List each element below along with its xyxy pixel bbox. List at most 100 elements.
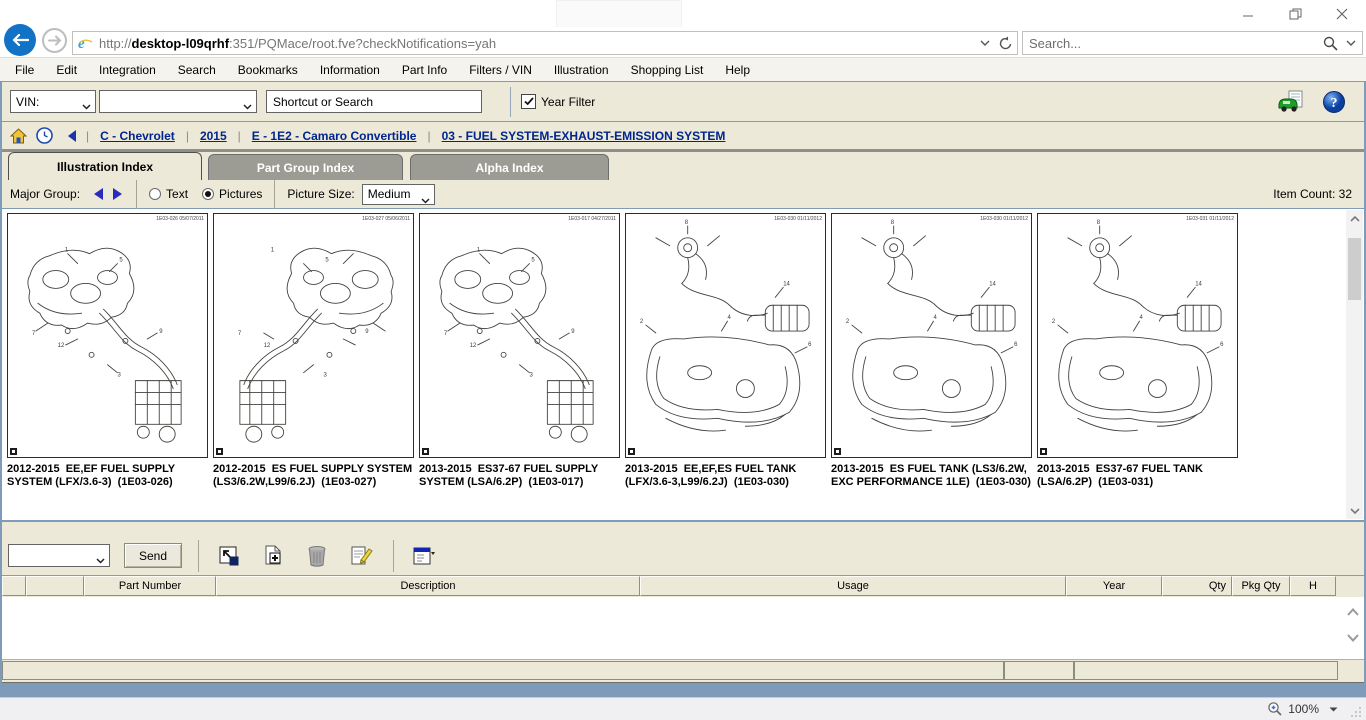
illustration-thumbnail[interactable]: 1591237 1E03-026 05/07/20112012-2015 EE,… (7, 213, 208, 489)
menu-help[interactable]: Help (714, 60, 761, 80)
breadcrumb-link-label: 2015 (200, 129, 227, 143)
panel-splitter[interactable] (2, 520, 1364, 536)
breadcrumb-link-03-fuel-system-exhaust-emission-system[interactable]: 03 - FUEL SYSTEM-EXHAUST-EMISSION SYSTEM (416, 129, 725, 143)
illustration-thumbnail[interactable]: 814264 1E03-030 01/11/20122013-2015 EE,E… (625, 213, 826, 489)
parts-table-footer (2, 660, 1364, 682)
back-button[interactable] (4, 24, 36, 56)
restore-button[interactable] (1279, 4, 1311, 24)
edit-note-button[interactable] (348, 543, 374, 569)
breadcrumb-link-label: 03 - FUEL SYSTEM-EXHAUST-EMISSION SYSTEM (442, 129, 726, 143)
home-icon[interactable] (10, 128, 27, 144)
svg-text:9: 9 (365, 329, 369, 335)
search-icon[interactable] (1323, 36, 1338, 51)
illustration-image: 814264 1E03-030 01/11/2012 (831, 213, 1032, 458)
year-filter-checkbox[interactable] (521, 94, 536, 109)
close-button[interactable] (1326, 4, 1358, 24)
illustration-thumbnail[interactable]: 1591237 1E03-017 04/27/20112013-2015 ES3… (419, 213, 620, 489)
address-bar[interactable]: e http://desktop-l09qrhf:351/PQMace/root… (72, 31, 1018, 55)
footer-cell-0 (2, 661, 1004, 680)
send-button[interactable]: Send (124, 543, 182, 568)
browser-status-bar: 100% (0, 697, 1366, 720)
grid-scrollbar[interactable] (1346, 210, 1363, 519)
svg-text:9: 9 (159, 329, 163, 335)
restore-icon (1289, 8, 1302, 20)
picture-size-value: Medium (368, 187, 411, 201)
browser-search-box[interactable]: Search... (1022, 31, 1363, 55)
tab-illustration-index[interactable]: Illustration Index (8, 152, 202, 180)
table-scroll-up-button[interactable] (1345, 605, 1361, 619)
column-header-description[interactable]: Description (216, 576, 640, 596)
svg-text:1: 1 (271, 248, 275, 254)
column-header-part-number[interactable]: Part Number (84, 576, 216, 596)
refresh-icon[interactable] (998, 36, 1013, 51)
svg-text:e: e (78, 36, 85, 51)
column-header-usage[interactable]: Usage (640, 576, 1066, 596)
svg-text:14: 14 (989, 281, 996, 287)
menu-shopping-list[interactable]: Shopping List (620, 60, 715, 80)
thumbnail-zoom-icon (1040, 448, 1047, 455)
history-clock-icon[interactable] (36, 127, 53, 144)
shortcut-search-input[interactable]: Shortcut or Search (266, 90, 482, 113)
column-header-blank-1[interactable] (26, 576, 84, 596)
table-scroll-down-button[interactable] (1345, 631, 1361, 645)
breadcrumb-link-e-1e2-camaro-convertible[interactable]: E - 1E2 - Camaro Convertible (227, 129, 417, 143)
zoom-control[interactable]: 100% (1267, 701, 1338, 717)
scroll-down-button[interactable] (1346, 502, 1363, 519)
column-header-year[interactable]: Year (1066, 576, 1162, 596)
vin-select[interactable]: VIN: (10, 90, 96, 113)
search-dropdown-icon[interactable] (1346, 40, 1356, 46)
illustration-thumbnail[interactable]: 814264 1E03-030 01/11/20122013-2015 ES F… (831, 213, 1032, 489)
delete-item-button[interactable] (304, 543, 330, 569)
major-group-prev-icon[interactable] (92, 187, 104, 201)
svg-text:6: 6 (1220, 342, 1224, 348)
major-group-label: Major Group: (10, 187, 80, 201)
svg-text:14: 14 (1195, 281, 1202, 287)
minimize-button[interactable] (1232, 4, 1264, 24)
menu-bookmarks[interactable]: Bookmarks (227, 60, 309, 80)
text-radio[interactable] (149, 188, 161, 200)
resize-grip[interactable] (1351, 706, 1362, 717)
breadcrumb-link-2015[interactable]: 2015 (175, 129, 227, 143)
breadcrumb-back-icon[interactable] (66, 129, 77, 143)
breadcrumb-link-label: C - Chevrolet (100, 129, 175, 143)
svg-text:5: 5 (325, 258, 329, 264)
parts-table-body[interactable] (2, 597, 1364, 660)
menu-file[interactable]: File (4, 60, 45, 80)
list-select[interactable] (8, 544, 110, 567)
footer-cell-2 (1074, 661, 1338, 680)
column-settings-button[interactable] (411, 543, 437, 569)
column-header-qty[interactable]: Qty (1162, 576, 1232, 596)
open-illustration-button[interactable] (216, 543, 242, 569)
browser-tab[interactable] (556, 0, 682, 27)
scrollbar-thumb[interactable] (1348, 238, 1361, 300)
column-header-blank-0[interactable] (2, 576, 26, 596)
major-group-next-icon[interactable] (112, 187, 124, 201)
address-dropdown-icon[interactable] (980, 40, 990, 46)
menu-edit[interactable]: Edit (45, 60, 88, 80)
svg-text:12: 12 (470, 343, 477, 349)
print-vehicle-report-button[interactable] (1277, 89, 1303, 115)
menu-filters-vin[interactable]: Filters / VIN (458, 60, 543, 80)
pictures-radio[interactable] (202, 188, 214, 200)
application-window: e http://desktop-l09qrhf:351/PQMace/root… (0, 0, 1366, 720)
add-item-button[interactable] (260, 543, 286, 569)
help-button[interactable]: ? (1321, 89, 1347, 115)
forward-button[interactable] (42, 28, 67, 53)
app-frame: VIN: Shortcut or Search Year Filter (0, 81, 1366, 697)
menu-information[interactable]: Information (309, 60, 391, 80)
breadcrumb-link-c-chevrolet[interactable]: C - Chevrolet (100, 129, 175, 143)
illustration-thumbnail[interactable]: 1591237 1E03-027 05/06/20112012-2015 ES … (213, 213, 414, 489)
column-header-pkg-qty[interactable]: Pkg Qty (1232, 576, 1290, 596)
scroll-up-button[interactable] (1346, 210, 1363, 227)
vehicle-select[interactable] (99, 90, 257, 113)
menu-search[interactable]: Search (167, 60, 227, 80)
illustration-thumbnail[interactable]: 814264 1E03-031 01/11/20122013-2015 ES37… (1037, 213, 1238, 489)
tab-alpha-index[interactable]: Alpha Index (410, 154, 609, 180)
menu-part-info[interactable]: Part Info (391, 60, 458, 80)
menu-integration[interactable]: Integration (88, 60, 167, 80)
breadcrumb-links: C - Chevrolet 2015E - 1E2 - Camaro Conver… (100, 129, 725, 143)
tab-part-group-index[interactable]: Part Group Index (208, 154, 403, 180)
menu-illustration[interactable]: Illustration (543, 60, 620, 80)
column-header-h[interactable]: H (1290, 576, 1336, 596)
picture-size-select[interactable]: Medium (362, 184, 435, 205)
